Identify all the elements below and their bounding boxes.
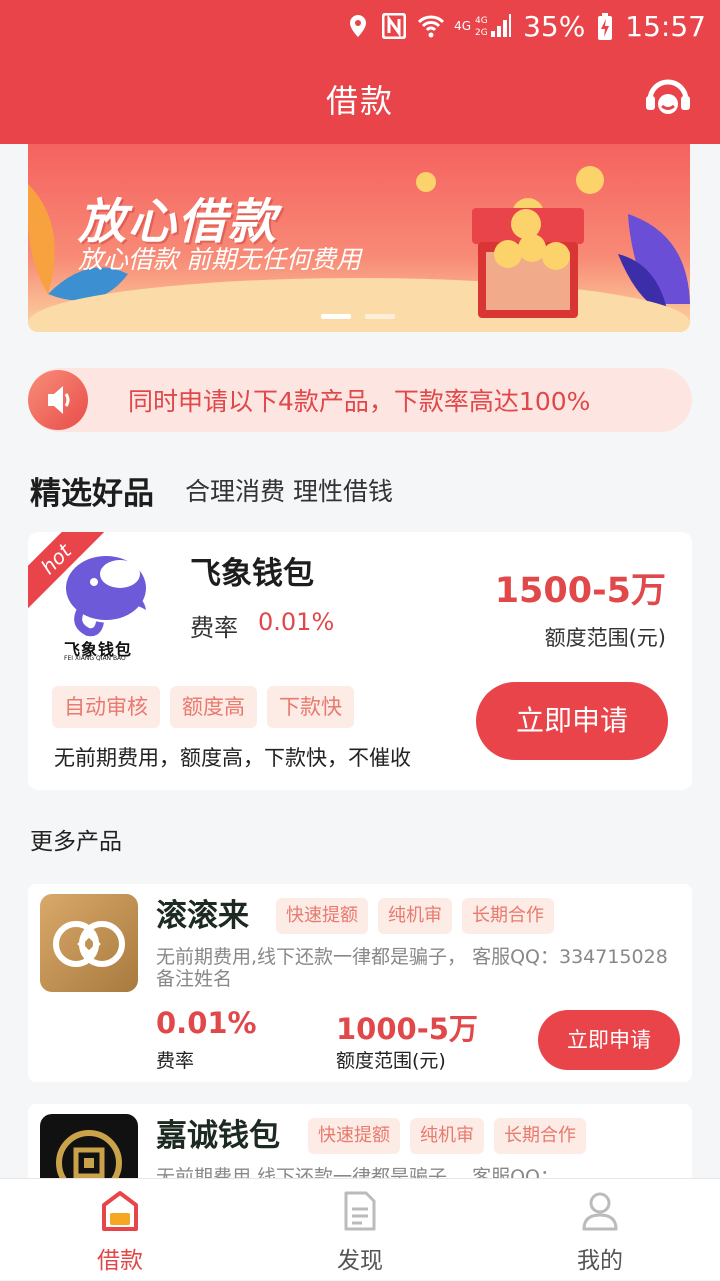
tag: 下款快 xyxy=(267,686,354,728)
tag: 长期合作 xyxy=(494,1118,586,1154)
tag: 快速提额 xyxy=(276,898,368,934)
amount-range: 1500-5万 xyxy=(494,571,666,611)
signal-icon: 4G 2G xyxy=(475,13,512,39)
banner-subline: 放心借款 前期无任何费用 xyxy=(78,245,361,274)
jiacheng-logo xyxy=(40,1114,138,1178)
page-title: 借款 xyxy=(325,82,394,120)
nfc-icon xyxy=(381,12,407,40)
banner-dot xyxy=(365,314,395,319)
rate-value: 0.01% xyxy=(156,1006,257,1040)
tab-label: 发现 xyxy=(337,1248,383,1274)
svg-text:4G: 4G xyxy=(475,16,488,26)
banner-dot-active xyxy=(321,314,351,319)
tag: 快速提额 xyxy=(308,1118,400,1154)
product-name: 嘉诚钱包 xyxy=(156,1118,280,1154)
rate-value: 0.01% xyxy=(258,608,335,636)
wifi-icon xyxy=(418,13,445,39)
feixiang-logo-subtext: FEI XIANG QIAN BAO xyxy=(64,655,126,662)
bottom-tab-bar: 借款 发现 我的 xyxy=(0,1178,720,1280)
home-icon xyxy=(100,1189,140,1233)
user-icon xyxy=(580,1189,620,1233)
amount-range-label: 额度范围(元) xyxy=(544,626,666,650)
tab-label: 借款 xyxy=(97,1248,143,1274)
tab-label: 我的 xyxy=(577,1248,623,1274)
rate-label: 费率 xyxy=(156,1050,195,1072)
tag: 纯机审 xyxy=(378,898,452,934)
section-subtitle: 合理消费 理性借钱 xyxy=(185,477,393,506)
apply-now-button[interactable]: 立即申请 xyxy=(476,682,668,760)
tab-mine[interactable]: 我的 xyxy=(480,1179,720,1281)
amount-range: 1000-5万 xyxy=(336,1012,478,1046)
speaker-icon xyxy=(28,370,88,430)
product-card-gunlunlai[interactable]: 滚滚来 快速提额 纯机审 长期合作 无前期费用,线下还款一律都是骗子， 客服QQ… xyxy=(28,884,692,1082)
document-icon xyxy=(340,1189,380,1233)
svg-text:2G: 2G xyxy=(475,28,488,38)
feature-tags: 自动审核 额度高 下款快 xyxy=(52,686,354,728)
more-products-title: 更多产品 xyxy=(30,829,122,855)
battery-percent: 35% xyxy=(523,9,586,43)
top-nav-bar: 借款 xyxy=(0,52,720,144)
treasure-chest-icon xyxy=(472,208,584,318)
customer-service-icon[interactable] xyxy=(644,76,692,120)
featured-product-card[interactable]: hot 飞象钱包 FEI XIANG QIAN BAO 飞象钱包 费率 0.01… xyxy=(28,532,692,790)
tab-loan[interactable]: 借款 xyxy=(0,1179,240,1281)
section-title: 精选好品 xyxy=(30,476,154,512)
signal-label: 4G xyxy=(454,19,472,33)
product-tags: 快速提额 纯机审 长期合作 xyxy=(276,898,554,934)
battery-charging-icon xyxy=(597,13,613,40)
product-description: 无前期费用,线下还款一律都是骗子， 客服QQ：334715028 备注姓名 xyxy=(156,946,668,990)
clock: 15:57 xyxy=(625,9,706,43)
banner-pagination xyxy=(321,314,395,319)
notice-text: 同时申请以下4款产品，下款率高达100% xyxy=(128,387,591,416)
feixiang-logo: 飞象钱包 FEI XIANG QIAN BAO xyxy=(58,552,158,662)
rate-label: 费率 xyxy=(190,614,238,642)
tag: 纯机审 xyxy=(410,1118,484,1154)
product-description: 无前期费用，额度高，下款快，不催收 xyxy=(54,746,411,770)
promo-banner[interactable]: 放心借款 放心借款 前期无任何费用 xyxy=(28,144,690,332)
location-icon xyxy=(346,13,370,39)
product-tags: 快速提额 纯机审 长期合作 xyxy=(308,1118,586,1154)
product-description: 无前期费用,线下还款一律都是骗子， 客服QQ： xyxy=(156,1166,559,1178)
main-content[interactable]: 放心借款 放心借款 前期无任何费用 同时申请以下4款产品，下款率高达100% 精… xyxy=(0,144,720,1178)
tab-discover[interactable]: 发现 xyxy=(240,1179,480,1281)
tag: 额度高 xyxy=(170,686,257,728)
gunlunlai-logo xyxy=(40,894,138,992)
status-bar: 4G 4G 2G 35% 15:57 xyxy=(0,0,720,52)
amount-range-label: 额度范围(元) xyxy=(336,1050,446,1072)
apply-now-button[interactable]: 立即申请 xyxy=(538,1010,680,1070)
tag: 自动审核 xyxy=(52,686,160,728)
product-card-jiacheng[interactable]: 嘉诚钱包 快速提额 纯机审 长期合作 无前期费用,线下还款一律都是骗子， 客服Q… xyxy=(28,1104,692,1178)
tag: 长期合作 xyxy=(462,898,554,934)
product-name: 飞象钱包 xyxy=(190,556,314,592)
notice-bar[interactable]: 同时申请以下4款产品，下款率高达100% xyxy=(28,368,692,432)
product-name: 滚滚来 xyxy=(156,898,249,934)
